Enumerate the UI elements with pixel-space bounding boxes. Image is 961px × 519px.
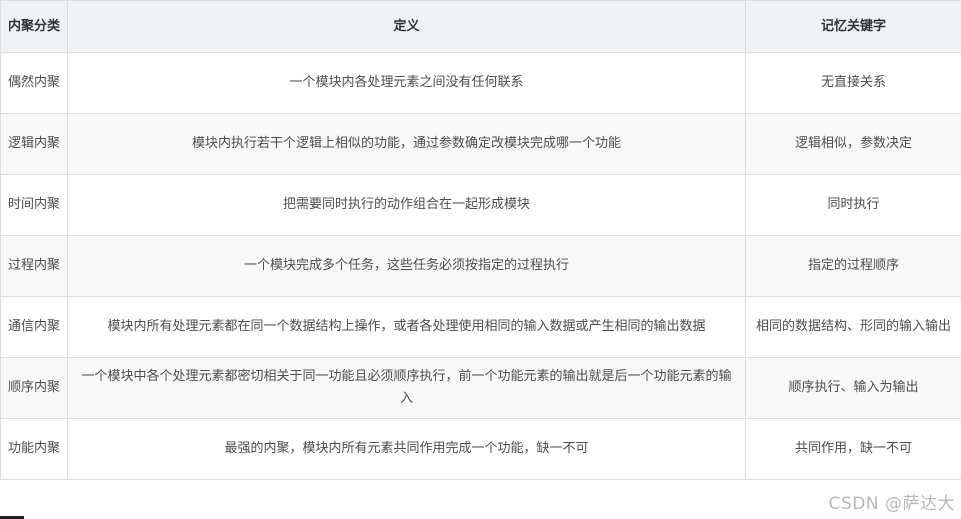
cell-keyword: 无直接关系: [745, 52, 961, 114]
cohesion-table: 内聚分类 定义 记忆关键字 偶然内聚 一个模块内各处理元素之间没有任何联系 无直…: [0, 0, 961, 480]
table-row: 偶然内聚 一个模块内各处理元素之间没有任何联系 无直接关系: [0, 52, 961, 114]
cell-keyword: 逻辑相似，参数决定: [745, 113, 961, 175]
cell-definition: 一个模块完成多个任务，这些任务必须按指定的过程执行: [67, 235, 746, 297]
header-type: 内聚分类: [0, 0, 68, 53]
cell-keyword: 指定的过程顺序: [745, 235, 961, 297]
cell-keyword: 同时执行: [745, 174, 961, 236]
table-header-row: 内聚分类 定义 记忆关键字: [0, 0, 961, 53]
header-definition: 定义: [67, 0, 746, 53]
csdn-watermark: CSDN @萨达大: [828, 494, 955, 514]
cell-type: 时间内聚: [0, 174, 68, 236]
table-row: 功能内聚 最强的内聚，模块内所有元素共同作用完成一个功能，缺一不可 共同作用，缺…: [0, 418, 961, 480]
table-row: 过程内聚 一个模块完成多个任务，这些任务必须按指定的过程执行 指定的过程顺序: [0, 235, 961, 297]
cell-definition: 把需要同时执行的动作组合在一起形成模块: [67, 174, 746, 236]
cell-definition: 一个模块内各处理元素之间没有任何联系: [67, 52, 746, 114]
cell-keyword: 顺序执行、输入为输出: [745, 357, 961, 419]
cell-definition: 模块内执行若干个逻辑上相似的功能，通过参数确定改模块完成哪一个功能: [67, 113, 746, 175]
table-row: 时间内聚 把需要同时执行的动作组合在一起形成模块 同时执行: [0, 174, 961, 236]
table-row: 逻辑内聚 模块内执行若干个逻辑上相似的功能，通过参数确定改模块完成哪一个功能 逻…: [0, 113, 961, 175]
table-row: 通信内聚 模块内所有处理元素都在同一个数据结构上操作，或者各处理使用相同的输入数…: [0, 296, 961, 358]
cell-type: 逻辑内聚: [0, 113, 68, 175]
cell-keyword: 相同的数据结构、形同的输入输出: [745, 296, 961, 358]
cell-definition: 最强的内聚，模块内所有元素共同作用完成一个功能，缺一不可: [67, 418, 746, 480]
cell-definition: 模块内所有处理元素都在同一个数据结构上操作，或者各处理使用相同的输入数据或产生相…: [67, 296, 746, 358]
table-row: 顺序内聚 一个模块中各个处理元素都密切相关于同一功能且必须顺序执行，前一个功能元…: [0, 357, 961, 419]
cell-type: 过程内聚: [0, 235, 68, 297]
header-keyword: 记忆关键字: [745, 0, 961, 53]
cell-definition: 一个模块中各个处理元素都密切相关于同一功能且必须顺序执行，前一个功能元素的输出就…: [67, 357, 746, 419]
cell-type: 功能内聚: [0, 418, 68, 480]
cell-type: 偶然内聚: [0, 52, 68, 114]
cell-type: 通信内聚: [0, 296, 68, 358]
cell-keyword: 共同作用，缺一不可: [745, 418, 961, 480]
cell-type: 顺序内聚: [0, 357, 68, 419]
cut-off-heading-fragment: [0, 514, 30, 519]
